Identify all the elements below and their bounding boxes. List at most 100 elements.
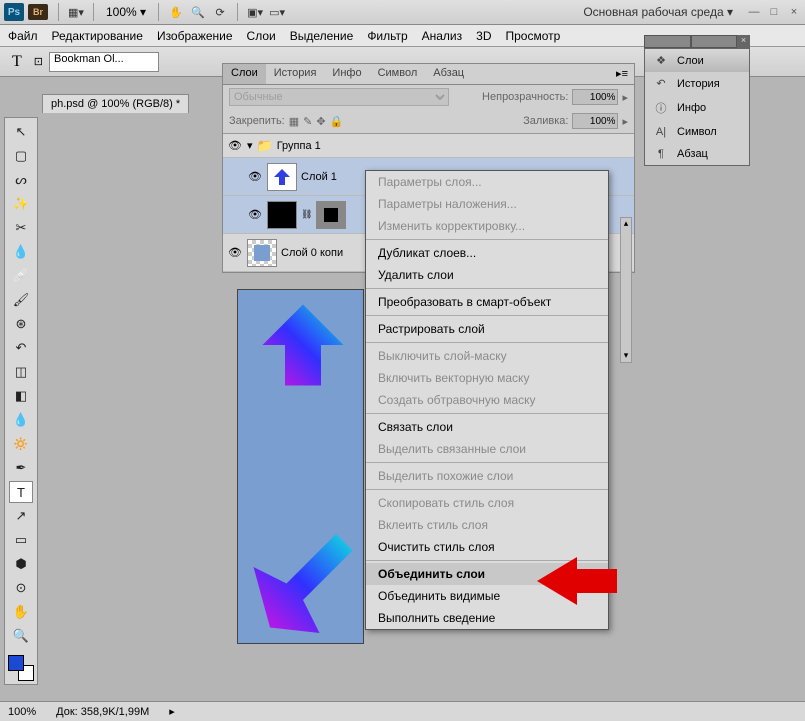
3d-tool[interactable]: ⬢ [9, 553, 33, 575]
lock-position-icon[interactable]: ✥ [316, 115, 325, 128]
opacity-input[interactable] [572, 89, 618, 105]
marquee-tool[interactable]: ▢ [9, 145, 33, 167]
visibility-icon[interactable]: 👁 [227, 138, 243, 154]
layer-thumbnail[interactable] [247, 239, 277, 267]
flyout-item-info[interactable]: ⓘИнфо [645, 95, 749, 121]
minimize-icon[interactable]: — [747, 5, 761, 19]
layer-scrollbar[interactable]: ▴ ▾ [620, 217, 632, 363]
layer-group-row[interactable]: 👁 ▾ 📁 Группа 1 [223, 134, 634, 158]
menu-edit[interactable]: Редактирование [52, 29, 143, 43]
tab-history[interactable]: История [266, 64, 325, 84]
hand-tool[interactable]: ✋ [9, 601, 33, 623]
bridge-icon[interactable]: Br [28, 4, 48, 20]
close-icon[interactable]: × [787, 5, 801, 19]
menu-layers[interactable]: Слои [247, 29, 276, 43]
menu-3d[interactable]: 3D [476, 29, 491, 43]
folder-icon: 📁 [257, 138, 273, 154]
flyout-close-icon[interactable]: × [737, 35, 750, 48]
layer-name[interactable]: Слой 0 копи [281, 247, 343, 259]
eraser-tool[interactable]: ◫ [9, 361, 33, 383]
layer-name[interactable]: Группа 1 [277, 140, 321, 152]
chevron-right-icon[interactable]: ▸ [622, 91, 628, 104]
flyout-item-paragraph[interactable]: ¶Абзац [645, 143, 749, 165]
doc-size-status[interactable]: Док: 358,9K/1,99M [56, 706, 149, 718]
screen-mode-icon[interactable]: ▭▾ [266, 2, 288, 22]
flyout-item-history[interactable]: ↶История [645, 72, 749, 95]
context-menu-item: Выключить слой-маску [366, 345, 608, 367]
flyout-tab[interactable] [691, 35, 738, 48]
shape-tool[interactable]: ▭ [9, 529, 33, 551]
brush-tool[interactable]: 🖌 [9, 289, 33, 311]
zoom-tool-icon[interactable]: 🔍 [187, 2, 209, 22]
zoom-tool[interactable]: 🔍 [9, 625, 33, 647]
blend-mode-select[interactable]: Обычные [229, 88, 449, 106]
layer-thumbnail[interactable] [267, 163, 297, 191]
photoshop-icon[interactable]: Ps [4, 3, 24, 21]
context-menu-item[interactable]: Преобразовать в смарт-объект [366, 291, 608, 313]
flyout-item-layers[interactable]: ❖Слои [645, 49, 749, 72]
visibility-icon[interactable]: 👁 [227, 245, 243, 261]
scroll-up-icon[interactable]: ▴ [624, 218, 629, 230]
healing-brush-tool[interactable]: 🩹 [9, 265, 33, 287]
tab-paragraph[interactable]: Абзац [425, 64, 472, 84]
tab-layers[interactable]: Слои [223, 64, 266, 84]
menu-file[interactable]: Файл [8, 29, 38, 43]
flyout-item-symbol[interactable]: A|Символ [645, 121, 749, 143]
chevron-right-icon[interactable]: ▸ [169, 705, 175, 718]
blur-tool[interactable]: 💧 [9, 409, 33, 431]
foreground-color[interactable] [8, 655, 24, 671]
history-brush-tool[interactable]: ↶ [9, 337, 33, 359]
arrange-icon[interactable]: ▣▾ [244, 2, 266, 22]
visibility-icon[interactable]: 👁 [247, 207, 263, 223]
canvas[interactable] [237, 289, 364, 644]
rotate-view-icon[interactable]: ⟳ [209, 2, 231, 22]
workspace-selector[interactable]: Основная рабочая среда ▾ [575, 3, 741, 21]
eyedropper-tool[interactable]: 💧 [9, 241, 33, 263]
path-select-tool[interactable]: ↗ [9, 505, 33, 527]
context-menu-item[interactable]: Удалить слои [366, 264, 608, 286]
context-menu-item[interactable]: Связать слои [366, 416, 608, 438]
flyout-tab[interactable] [644, 35, 691, 48]
pen-tool[interactable]: ✒ [9, 457, 33, 479]
layer-name[interactable]: Слой 1 [301, 171, 337, 183]
menu-select[interactable]: Выделение [290, 29, 354, 43]
visibility-icon[interactable]: 👁 [247, 169, 263, 185]
layer-thumbnail[interactable] [267, 201, 297, 229]
lock-transparency-icon[interactable]: ▦ [289, 115, 299, 128]
gradient-tool[interactable]: ◧ [9, 385, 33, 407]
tab-info[interactable]: Инфо [324, 64, 369, 84]
context-menu-item[interactable]: Растрировать слой [366, 318, 608, 340]
color-swatches[interactable] [8, 655, 34, 681]
tab-symbol[interactable]: Символ [370, 64, 426, 84]
menu-view[interactable]: Просмотр [505, 29, 560, 43]
filmstrip-icon[interactable]: ▦▾ [65, 2, 87, 22]
chevron-right-icon[interactable]: ▸ [622, 115, 628, 128]
preset-icon[interactable]: ⊡ [34, 55, 43, 68]
zoom-level[interactable]: 100% ▾ [106, 5, 146, 19]
lock-all-icon[interactable]: 🔒 [330, 115, 344, 128]
top-toolbar: Ps Br ▦▾ 100% ▾ ✋ 🔍 ⟳ ▣▾ ▭▾ Основная раб… [0, 0, 805, 25]
lasso-tool[interactable]: ᔕ [9, 169, 33, 191]
type-tool[interactable]: T [9, 481, 33, 503]
magic-wand-tool[interactable]: ✨ [9, 193, 33, 215]
3d-camera-tool[interactable]: ⊙ [9, 577, 33, 599]
menu-filter[interactable]: Фильтр [367, 29, 407, 43]
restore-icon[interactable]: □ [767, 5, 781, 19]
panel-menu-icon[interactable]: ▸≡ [610, 64, 634, 84]
zoom-status[interactable]: 100% [8, 706, 36, 718]
hand-tool-icon[interactable]: ✋ [165, 2, 187, 22]
move-tool[interactable]: ↖ [9, 121, 33, 143]
crop-tool[interactable]: ✂ [9, 217, 33, 239]
context-menu-item[interactable]: Дубликат слоев... [366, 242, 608, 264]
dodge-tool[interactable]: 🔅 [9, 433, 33, 455]
fill-input[interactable] [572, 113, 618, 129]
stamp-tool[interactable]: ⊛ [9, 313, 33, 335]
mask-thumbnail[interactable] [316, 201, 346, 229]
menu-analysis[interactable]: Анализ [422, 29, 463, 43]
document-tab[interactable]: ph.psd @ 100% (RGB/8) * [42, 94, 189, 113]
font-family-select[interactable]: Bookman Ol... [49, 52, 159, 72]
scroll-down-icon[interactable]: ▾ [624, 350, 629, 362]
lock-pixels-icon[interactable]: ✎ [303, 115, 312, 128]
menu-image[interactable]: Изображение [157, 29, 233, 43]
disclosure-triangle-icon[interactable]: ▾ [247, 139, 253, 152]
